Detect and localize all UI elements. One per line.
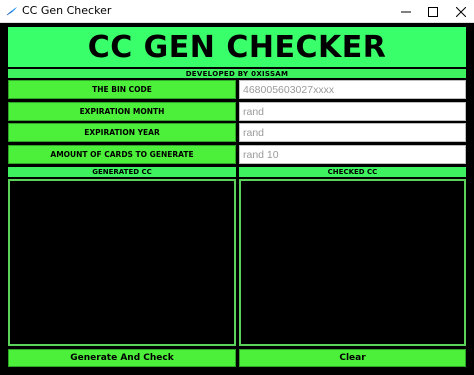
amount-input[interactable] <box>239 145 466 164</box>
generated-cc-label: GENERATED CC <box>8 167 236 177</box>
amount-label: AMOUNT OF CARDS TO GENERATE <box>8 145 236 164</box>
expiration-month-label: EXPIRATION MONTH <box>8 102 236 121</box>
app-heading: CC GEN CHECKER <box>8 27 466 67</box>
title-bar: CC Gen Checker <box>0 0 474 23</box>
bin-code-input[interactable] <box>239 80 466 99</box>
feather-icon <box>6 7 17 16</box>
generated-cc-textarea[interactable] <box>8 179 236 346</box>
expiration-year-label: EXPIRATION YEAR <box>8 123 236 142</box>
maximize-icon <box>428 6 438 17</box>
window-title: CC Gen Checker <box>22 4 112 17</box>
close-icon <box>456 6 466 17</box>
checked-cc-textarea[interactable] <box>239 179 466 346</box>
checked-cc-label: CHECKED CC <box>239 167 466 177</box>
clear-button[interactable]: Clear <box>239 349 466 367</box>
main-content: CC GEN CHECKER DEVELOPED BY 0XISSAM THE … <box>0 23 474 375</box>
bin-code-label: THE BIN CODE <box>8 80 236 99</box>
developer-credit: DEVELOPED BY 0XISSAM <box>8 69 466 78</box>
heading-text: CC GEN CHECKER <box>87 29 387 65</box>
minimize-icon <box>401 11 411 12</box>
expiration-year-input[interactable] <box>239 123 466 142</box>
generate-and-check-button[interactable]: Generate And Check <box>8 349 236 367</box>
maximize-button[interactable] <box>418 0 448 23</box>
expiration-month-input[interactable] <box>239 102 466 121</box>
minimize-button[interactable] <box>391 0 421 23</box>
close-button[interactable] <box>446 0 474 23</box>
